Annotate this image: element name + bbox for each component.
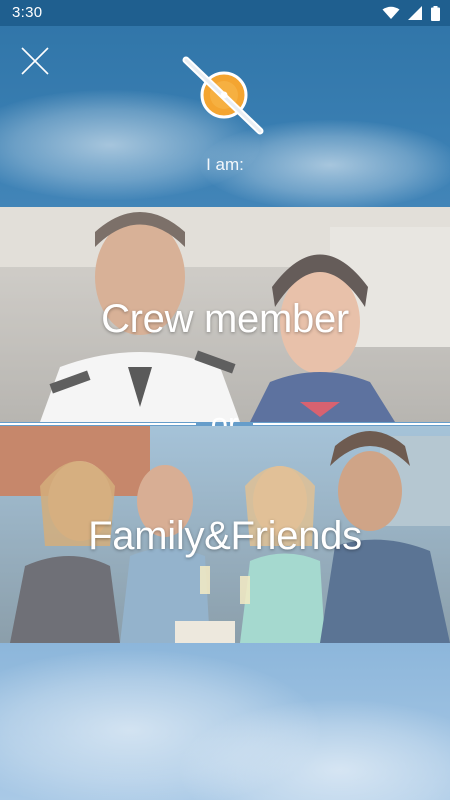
close-button[interactable] xyxy=(18,44,52,78)
signal-icon xyxy=(408,6,422,20)
prompt-label: I am: xyxy=(206,155,244,174)
crew-member-label: Crew member xyxy=(101,297,349,341)
status-time: 3:30 xyxy=(12,4,43,21)
separator-line-left xyxy=(0,423,196,425)
status-bar: 3:30 xyxy=(0,0,450,26)
propeller-logo-icon xyxy=(182,56,264,135)
separator-line-right xyxy=(253,423,450,425)
family-friends-option[interactable]: Family&Friends xyxy=(0,426,450,643)
wifi-icon xyxy=(382,6,400,19)
battery-icon xyxy=(431,5,440,21)
family-friends-label: Family&Friends xyxy=(88,514,362,558)
role-selection-screen: 3:30 I am: Crew member or Family&Friends xyxy=(0,0,450,800)
close-icon xyxy=(21,47,49,75)
status-icons xyxy=(382,5,440,21)
crew-member-option[interactable]: Crew member xyxy=(0,207,450,422)
